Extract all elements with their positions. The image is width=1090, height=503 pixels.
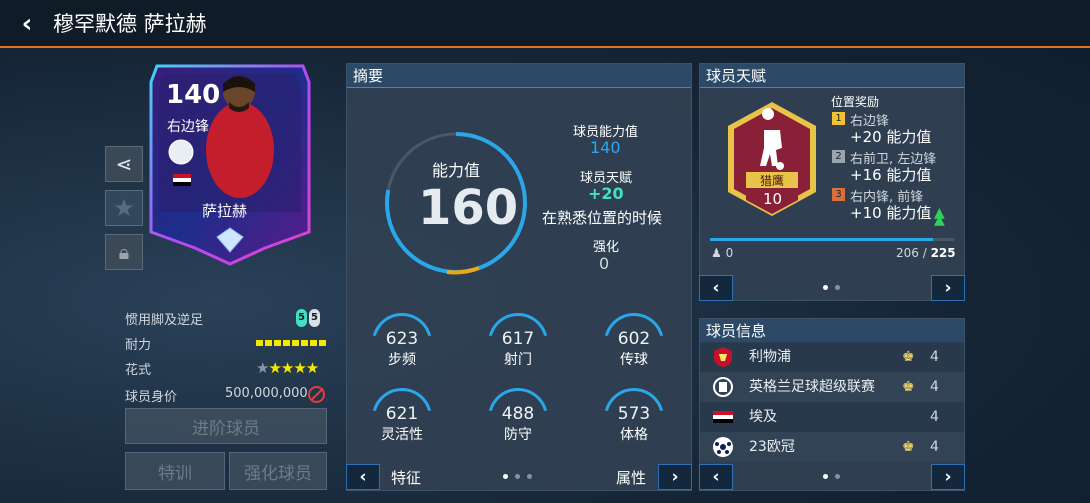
position-bonus-title: 位置奖励 (831, 95, 880, 109)
enhance-player-button[interactable]: 强化球员 (229, 452, 327, 490)
info-row-program[interactable]: 23欧冠 ♚ 4 (700, 432, 964, 462)
player-ovr-value: 140 (590, 138, 621, 157)
star-icon: ★ (113, 194, 135, 222)
talent-header: 球员天赋 (700, 64, 964, 88)
talent-progress-left: ♟ 0 (711, 246, 734, 260)
summary-footer-right[interactable]: 属性 (616, 467, 646, 488)
summary-next-button[interactable]: › (658, 464, 692, 490)
talent-prev-button[interactable]: ‹ (699, 275, 733, 301)
card-name: 萨拉赫 (202, 202, 248, 220)
skill-stars: ★★★★★ (256, 359, 319, 377)
player-info-header: 球员信息 (700, 319, 964, 343)
talent-note: 在熟悉位置的时候 (542, 209, 663, 227)
summary-footer-left[interactable]: 特征 (391, 467, 421, 488)
premier-league-icon (713, 377, 733, 397)
strong-foot-badge: 5 (296, 309, 307, 327)
boost-label: 强化 (593, 240, 620, 255)
card-rating: 140 (166, 80, 221, 110)
bonus-value-3: +10 能力值 (850, 204, 932, 222)
back-button[interactable]: ‹ (14, 10, 40, 38)
summary-header: 摘要 (347, 64, 691, 88)
top-bar: ‹ 穆罕默德 萨拉赫 (0, 0, 1090, 48)
share-button[interactable]: ⋖ (105, 146, 143, 182)
info-row-league[interactable]: 英格兰足球超级联赛 ♚ 4 (700, 372, 964, 402)
lock-icon: 🔒︎ (118, 240, 130, 264)
talent-progress-count: 206 / 225 (896, 246, 956, 260)
no-trade-icon (308, 386, 325, 403)
player-value: 500,000,000 (225, 386, 308, 401)
bonus-value-2: +16 能力值 (850, 166, 932, 184)
talent-next-button[interactable]: › (931, 275, 965, 301)
stamina-bar (256, 340, 328, 346)
bonus-value-1: +20 能力值 (850, 128, 932, 146)
coach-icon: ♚ (902, 349, 915, 365)
talent-value: +20 (588, 184, 624, 203)
foot-badges: 5 5 (296, 309, 320, 327)
page-title: 穆罕默德 萨拉赫 (53, 12, 207, 36)
talent-progress-fill (710, 238, 934, 241)
talent-badge-level: 10 (763, 190, 783, 208)
skill-moves-label: 花式 (125, 363, 152, 378)
lock-button[interactable]: 🔒︎ (105, 234, 143, 270)
summary-prev-button[interactable]: ‹ (346, 464, 380, 490)
info-pager (823, 474, 840, 479)
upgrade-arrows-icon: ▲ ▲ (934, 205, 945, 228)
player-value-label: 球员身价 (125, 390, 178, 405)
summary-pager (503, 474, 532, 479)
share-icon: ⋖ (115, 152, 133, 176)
talent-pager (823, 285, 840, 290)
info-row-nation[interactable]: 埃及 4 (700, 402, 964, 432)
training-button[interactable]: 特训 (125, 452, 225, 490)
ovr-label: 能力值 (432, 161, 481, 180)
boost-value: 0 (599, 254, 610, 273)
card-position: 右边锋 (167, 119, 209, 135)
ucl-icon (713, 437, 733, 457)
bonus-rank-2: 2 (832, 150, 845, 163)
egypt-flag-icon (713, 411, 733, 423)
info-prev-button[interactable]: ‹ (699, 464, 733, 490)
advance-player-button[interactable]: 进阶球员 (125, 408, 327, 444)
info-next-button[interactable]: › (931, 464, 965, 490)
weak-foot-label: 惯用脚及逆足 (125, 313, 204, 328)
coach-icon: ♚ (902, 439, 915, 455)
favorite-button[interactable]: ★ (105, 190, 143, 226)
info-row-club[interactable]: 利物浦 ♚ 4 (700, 342, 964, 372)
ovr-value: 160 (418, 180, 519, 236)
stamina-label: 耐力 (125, 338, 152, 353)
coach-icon: ♚ (902, 379, 915, 395)
weak-foot-badge: 5 (309, 309, 320, 327)
liverpool-crest-icon (714, 347, 732, 367)
bonus-rank-3: 3 (832, 188, 845, 201)
bonus-rank-1: 1 (832, 112, 845, 125)
talent-badge-name: 猎鹰 (760, 174, 785, 188)
